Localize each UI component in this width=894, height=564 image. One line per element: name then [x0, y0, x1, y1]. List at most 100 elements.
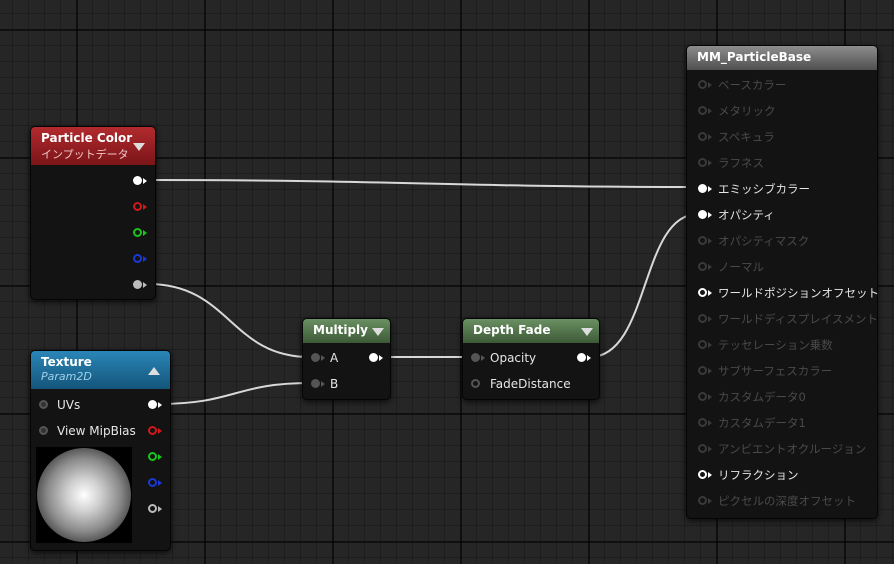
- input-arrow-icon: [321, 381, 325, 387]
- input-label: サブサーフェスカラー: [718, 364, 833, 378]
- material-input-row[interactable]: カスタムデータ1: [698, 413, 806, 433]
- texture-input-uvs[interactable]: UVs: [39, 395, 80, 415]
- material-graph-canvas[interactable]: Particle Color インプットデータ Texture Param2D …: [0, 0, 894, 564]
- input-pin[interactable]: [698, 496, 707, 505]
- particle-color-node-header[interactable]: Particle Color インプットデータ: [31, 127, 155, 165]
- material-input-row[interactable]: アンビエントオクルージョン: [698, 439, 866, 459]
- input-pin[interactable]: [698, 184, 707, 193]
- material-input-row[interactable]: サブサーフェスカラー: [698, 361, 832, 381]
- input-pin-a[interactable]: [311, 353, 320, 362]
- particle-color-title: Particle Color: [41, 131, 133, 145]
- input-pin[interactable]: [698, 288, 707, 297]
- output-arrow-icon: [143, 178, 147, 184]
- input-pin-fadedistance[interactable]: [471, 379, 480, 388]
- input-label: アンビエントオクルージョン: [718, 442, 867, 456]
- depth-fade-input-fadedistance[interactable]: FadeDistance: [471, 374, 571, 394]
- input-pin[interactable]: [698, 444, 707, 453]
- output-pin-r[interactable]: [133, 202, 142, 211]
- input-pin[interactable]: [698, 314, 707, 323]
- material-input-row[interactable]: メタリック: [698, 101, 776, 121]
- wire-texture-uvs-to-multiply-b[interactable]: [157, 382, 311, 405]
- material-input-row[interactable]: ワールドポジションオフセット: [698, 283, 879, 303]
- input-pin[interactable]: [698, 470, 707, 479]
- multiply-title: Multiply: [313, 323, 368, 337]
- input-pin[interactable]: [698, 366, 707, 375]
- input-arrow-icon: [708, 238, 712, 244]
- output-pin[interactable]: [577, 353, 586, 362]
- depth-fade-node[interactable]: Depth Fade Opacity FadeDistance: [462, 318, 600, 400]
- material-node-header[interactable]: MM_ParticleBase: [687, 46, 877, 70]
- collapse-triangle-icon[interactable]: [133, 143, 145, 151]
- depth-fade-node-header[interactable]: Depth Fade: [463, 319, 599, 343]
- input-label-uvs: UVs: [57, 398, 81, 412]
- input-label: メタリック: [718, 104, 776, 118]
- input-pin[interactable]: [698, 106, 707, 115]
- material-input-row[interactable]: ワールドディスプレイスメント: [698, 309, 878, 329]
- output-arrow-icon: [158, 428, 162, 434]
- material-input-row[interactable]: オパシティマスク: [698, 231, 809, 251]
- input-pin-opacity[interactable]: [471, 353, 480, 362]
- collapse-triangle-icon[interactable]: [372, 328, 384, 336]
- material-result-node[interactable]: MM_ParticleBase ベースカラーメタリックスペキュララフネスエミッシ…: [686, 45, 879, 519]
- output-pin-rgb[interactable]: [148, 400, 157, 409]
- material-input-row[interactable]: ラフネス: [698, 153, 764, 173]
- input-arrow-icon: [708, 108, 712, 114]
- depth-fade-input-opacity[interactable]: Opacity: [471, 348, 536, 368]
- output-pin-rgb[interactable]: [133, 176, 142, 185]
- material-input-row[interactable]: カスタムデータ0: [698, 387, 806, 407]
- texture-input-view-mipbias[interactable]: View MipBias: [39, 421, 136, 441]
- material-input-row[interactable]: ピクセルの深度オフセット: [698, 491, 856, 511]
- texture-title: Texture: [41, 355, 92, 369]
- material-input-row[interactable]: スペキュラ: [698, 127, 775, 147]
- multiply-input-b[interactable]: B: [311, 374, 338, 394]
- output-pin-r[interactable]: [148, 426, 157, 435]
- collapse-triangle-icon[interactable]: [581, 328, 593, 336]
- input-label-opacity: Opacity: [490, 351, 537, 365]
- output-pin[interactable]: [369, 353, 378, 362]
- input-pin[interactable]: [698, 340, 707, 349]
- input-pin-view-mipbias[interactable]: [39, 426, 48, 435]
- output-pin-a[interactable]: [133, 280, 142, 289]
- material-input-row[interactable]: テッセレーション乗数: [698, 335, 833, 355]
- output-pin-g[interactable]: [133, 228, 142, 237]
- wire-depthfade-to-opacity[interactable]: [589, 213, 699, 358]
- output-arrow-icon: [158, 506, 162, 512]
- texture-node-header[interactable]: Texture Param2D: [31, 351, 170, 389]
- input-pin[interactable]: [698, 262, 707, 271]
- input-pin-b[interactable]: [311, 379, 320, 388]
- texture-node[interactable]: Texture Param2D UVs View MipBias: [30, 350, 171, 551]
- input-pin[interactable]: [698, 80, 707, 89]
- material-input-row[interactable]: エミッシブカラー: [698, 179, 810, 199]
- input-label: ラフネス: [718, 156, 764, 170]
- multiply-input-a[interactable]: A: [311, 348, 338, 368]
- input-pin[interactable]: [698, 210, 707, 219]
- input-pin[interactable]: [698, 418, 707, 427]
- material-input-row[interactable]: オパシティ: [698, 205, 775, 225]
- input-arrow-icon: [481, 355, 485, 361]
- output-pin-b[interactable]: [133, 254, 142, 263]
- output-pin-a[interactable]: [148, 504, 157, 513]
- wire-rgb-to-emissive[interactable]: [147, 179, 699, 188]
- output-arrow-icon: [158, 480, 162, 486]
- output-arrow-icon: [143, 256, 147, 262]
- input-label: エミッシブカラー: [718, 182, 810, 196]
- input-pin[interactable]: [698, 158, 707, 167]
- multiply-node[interactable]: Multiply A B: [302, 318, 391, 400]
- collapse-triangle-icon[interactable]: [148, 367, 160, 375]
- multiply-node-header[interactable]: Multiply: [303, 319, 390, 343]
- output-pin-g[interactable]: [148, 452, 157, 461]
- input-arrow-icon: [708, 368, 712, 374]
- material-input-row[interactable]: リフラクション: [698, 465, 799, 485]
- input-pin[interactable]: [698, 132, 707, 141]
- material-input-row[interactable]: ノーマル: [698, 257, 764, 277]
- input-pin[interactable]: [698, 236, 707, 245]
- particle-color-node[interactable]: Particle Color インプットデータ: [30, 126, 156, 300]
- input-arrow-icon: [708, 316, 712, 322]
- input-pin[interactable]: [698, 392, 707, 401]
- material-input-row[interactable]: ベースカラー: [698, 75, 786, 95]
- radial-gradient-preview: [37, 448, 131, 542]
- output-pin-b[interactable]: [148, 478, 157, 487]
- input-pin-uvs[interactable]: [39, 400, 48, 409]
- wire-alpha-to-multiply-a[interactable]: [147, 283, 311, 358]
- input-arrow-icon: [708, 394, 712, 400]
